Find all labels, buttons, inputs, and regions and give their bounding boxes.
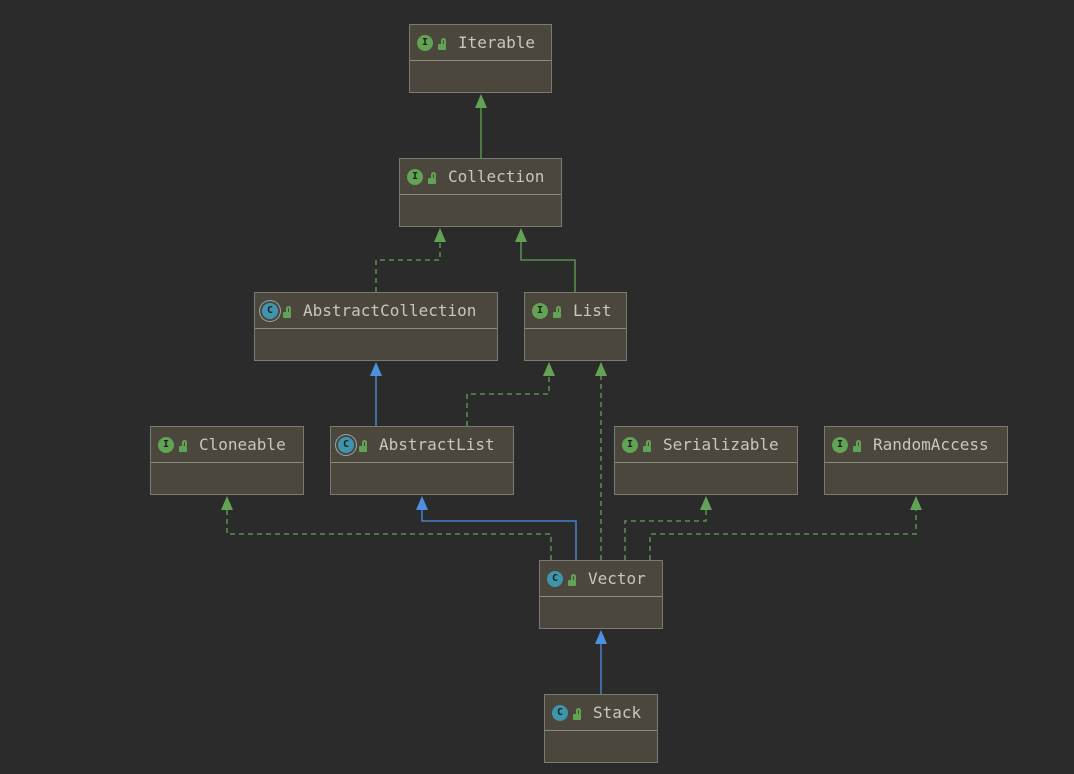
node-cloneable[interactable]: I Cloneable <box>150 426 304 495</box>
edge-abstractlist-list <box>466 362 555 426</box>
node-stack-header: C Stack <box>545 695 657 731</box>
interface-badge-icon: I <box>832 436 848 453</box>
edge-stack-vector <box>595 630 607 694</box>
abstract-class-badge-icon: C <box>262 302 278 319</box>
node-random-access[interactable]: I RandomAccess <box>824 426 1008 495</box>
node-abstract-collection[interactable]: C AbstractCollection <box>254 292 498 361</box>
abstract-class-badge-icon: C <box>338 436 354 453</box>
edge-vector-randomaccess <box>649 496 922 560</box>
node-random-access-header: I RandomAccess <box>825 427 1007 463</box>
node-abstract-collection-header: C AbstractCollection <box>255 293 497 329</box>
public-lock-icon <box>552 305 563 318</box>
node-iterable-name: Iterable <box>458 33 536 52</box>
edge-abstractcollection-collection <box>375 228 446 292</box>
node-vector[interactable]: C Vector <box>539 560 663 629</box>
node-iterable[interactable]: I Iterable <box>409 24 552 93</box>
node-collection-name: Collection <box>448 167 545 186</box>
node-stack[interactable]: C Stack <box>544 694 658 763</box>
node-collection[interactable]: I Collection <box>399 158 562 227</box>
interface-badge-icon: I <box>158 436 174 453</box>
interface-badge-icon: I <box>532 302 548 319</box>
class-badge-icon: C <box>547 570 563 587</box>
node-abstract-list[interactable]: C AbstractList <box>330 426 514 495</box>
edge-collection-iterable <box>475 94 487 158</box>
public-lock-icon <box>437 37 448 50</box>
node-random-access-name: RandomAccess <box>873 435 989 454</box>
node-serializable-name: Serializable <box>663 435 779 454</box>
edge-vector-abstractlist <box>416 496 577 560</box>
node-abstract-list-name: AbstractList <box>379 435 495 454</box>
edge-vector-serializable <box>624 496 712 560</box>
node-abstract-list-header: C AbstractList <box>331 427 513 463</box>
node-stack-name: Stack <box>593 703 642 722</box>
node-vector-header: C Vector <box>540 561 662 597</box>
interface-badge-icon: I <box>417 34 433 51</box>
class-badge-icon: C <box>552 704 568 721</box>
edges-layer <box>221 94 922 694</box>
public-lock-icon <box>572 707 583 720</box>
public-lock-icon <box>358 439 369 452</box>
public-lock-icon <box>642 439 653 452</box>
interface-badge-icon: I <box>407 168 423 185</box>
edge-list-collection <box>515 228 576 292</box>
node-list-name: List <box>573 301 612 320</box>
node-collection-header: I Collection <box>400 159 561 195</box>
public-lock-icon <box>427 171 438 184</box>
node-vector-name: Vector <box>588 569 646 588</box>
node-abstract-collection-name: AbstractCollection <box>303 301 477 320</box>
node-serializable-header: I Serializable <box>615 427 797 463</box>
public-lock-icon <box>567 573 578 586</box>
edge-abstractlist-abstractcollection <box>370 362 382 426</box>
edge-vector-cloneable <box>221 496 552 560</box>
class-hierarchy-diagram: I Iterable I Collection C AbstractCollec… <box>0 0 1074 774</box>
node-list[interactable]: I List <box>524 292 627 361</box>
interface-badge-icon: I <box>622 436 638 453</box>
public-lock-icon <box>178 439 189 452</box>
node-list-header: I List <box>525 293 626 329</box>
node-iterable-header: I Iterable <box>410 25 551 61</box>
node-cloneable-header: I Cloneable <box>151 427 303 463</box>
public-lock-icon <box>282 305 293 318</box>
node-cloneable-name: Cloneable <box>199 435 286 454</box>
edge-vector-list <box>595 362 607 560</box>
public-lock-icon <box>852 439 863 452</box>
node-serializable[interactable]: I Serializable <box>614 426 798 495</box>
